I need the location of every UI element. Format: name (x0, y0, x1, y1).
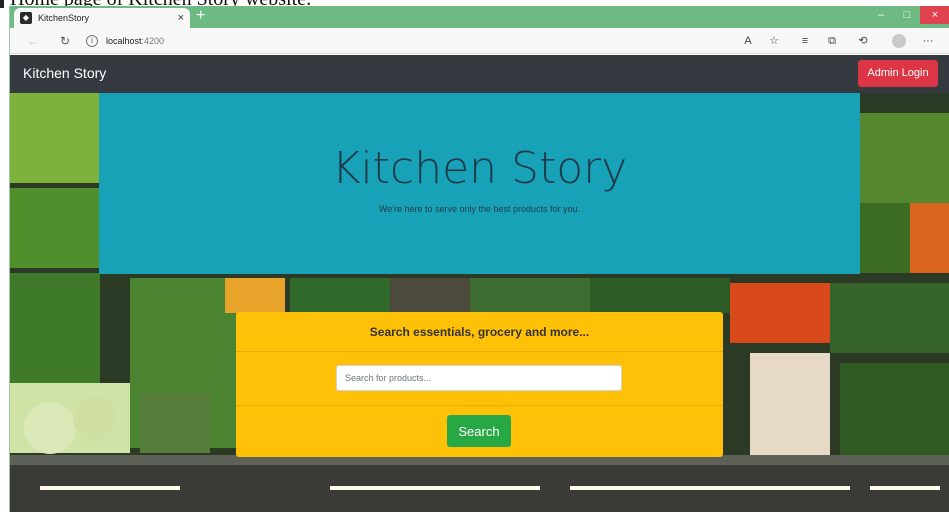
navbar: Kitchen Story Admin Login (10, 55, 949, 93)
more-icon[interactable]: ··· (920, 33, 936, 49)
maximize-button[interactable]: □ (894, 6, 920, 24)
caption-marker (0, 0, 4, 8)
search-input[interactable] (336, 365, 622, 391)
browser-tab[interactable]: ◆ KitchenStory × (14, 8, 190, 28)
read-aloud-icon[interactable]: A (740, 33, 756, 49)
tab-title: KitchenStory (38, 13, 90, 23)
profile-icon[interactable] (892, 34, 906, 48)
refresh-icon[interactable]: ↻ (56, 32, 74, 50)
new-tab-button[interactable]: + (196, 7, 205, 25)
search-card-body (236, 352, 723, 406)
window-controls: – □ × (868, 6, 949, 24)
collections-icon[interactable]: ⧉ (824, 33, 840, 49)
history-icon[interactable]: ⟲ (855, 33, 871, 49)
app-page: Kitchen Story Admin Login Kitchen Story … (10, 55, 949, 512)
search-card: Search essentials, grocery and more... S… (236, 312, 723, 457)
info-icon[interactable]: i (86, 35, 98, 47)
favorite-icon[interactable]: ☆ (766, 33, 782, 49)
url-field[interactable]: i localhost:4200 (86, 32, 726, 50)
angular-favicon-icon: ◆ (20, 12, 32, 24)
browser-window: ◆ KitchenStory × + – □ × ← ↻ i localhost… (9, 6, 949, 512)
address-bar: ← ↻ i localhost:4200 A ☆ ≡ ⧉ ⟲ ··· (10, 28, 949, 54)
search-card-header: Search essentials, grocery and more... (236, 312, 723, 352)
back-icon[interactable]: ← (24, 32, 42, 50)
url-text: localhost:4200 (106, 36, 164, 46)
url-host: localhost (106, 36, 142, 46)
jumbotron-banner: Kitchen Story We're here to serve only t… (99, 93, 860, 274)
tab-close-icon[interactable]: × (178, 12, 184, 24)
grocery-background-image: Kitchen Story We're here to serve only t… (10, 93, 949, 512)
window-close-button[interactable]: × (920, 6, 949, 24)
url-port: :4200 (141, 36, 165, 46)
minimize-button[interactable]: – (868, 6, 894, 24)
search-button[interactable]: Search (447, 415, 511, 447)
admin-login-button[interactable]: Admin Login (858, 60, 938, 87)
tab-strip: ◆ KitchenStory × + – □ × (10, 6, 949, 28)
jumbotron-subtitle: We're here to serve only the best produc… (378, 204, 581, 214)
favorites-list-icon[interactable]: ≡ (797, 33, 813, 49)
jumbotron-title: Kitchen Story (331, 143, 628, 194)
navbar-brand[interactable]: Kitchen Story (23, 65, 106, 81)
